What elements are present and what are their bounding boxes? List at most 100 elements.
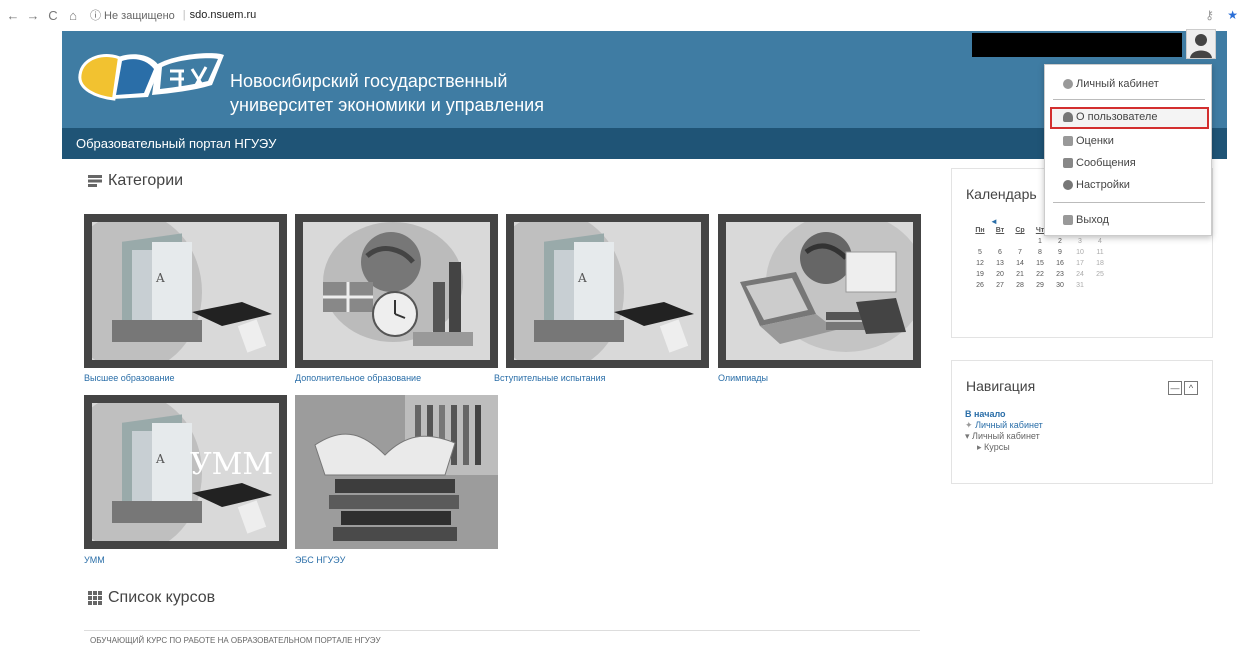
navigation-tree: В начало ✦ Личный кабинет ▾ Личный кабин… <box>965 409 1043 453</box>
menu-item-label: Сообщения <box>1076 157 1136 169</box>
calendar-day[interactable] <box>990 238 1010 249</box>
calendar-day[interactable]: 26 <box>970 282 990 293</box>
gear-icon <box>1063 180 1073 190</box>
calendar-day[interactable]: 27 <box>990 282 1010 293</box>
calendar-day[interactable] <box>1010 238 1030 249</box>
home-icon[interactable]: ⌂ <box>66 8 80 23</box>
calendar-day[interactable]: 15 <box>1030 260 1050 271</box>
calendar-day[interactable] <box>1090 282 1110 293</box>
category-tile-ebs[interactable] <box>295 395 498 549</box>
calendar-day[interactable]: 19 <box>970 271 990 282</box>
caret-right-icon: ▸ <box>977 442 982 452</box>
address-bar[interactable]: ⓘ Не защищено | sdo.nsuem.ru <box>90 7 256 23</box>
calendar-weekday: Пн <box>975 227 985 234</box>
category-link[interactable]: ЭБС НГУЭУ <box>295 555 345 565</box>
dock-block-button[interactable]: — <box>1168 381 1182 395</box>
svg-text:A: A <box>577 271 587 285</box>
calendar-day[interactable]: 24 <box>1070 271 1090 282</box>
category-tile-higher-education[interactable]: A <box>84 214 287 368</box>
calendar-prev-icon[interactable]: ◄ <box>990 217 998 226</box>
calendar-day[interactable]: 13 <box>990 260 1010 271</box>
calendar-day[interactable]: 29 <box>1030 282 1050 293</box>
calendar-day[interactable]: 3 <box>1070 238 1090 249</box>
calendar-day[interactable]: 21 <box>1010 271 1030 282</box>
category-link[interactable]: Высшее образование <box>84 373 175 383</box>
category-link[interactable]: Вступительные испытания <box>494 373 606 383</box>
menu-item-dashboard[interactable]: Личный кабинет <box>1063 78 1159 90</box>
calendar-weekday: Вт <box>995 227 1005 234</box>
books-folder-image: A <box>514 222 694 360</box>
star-icon[interactable]: ★ <box>1227 8 1238 22</box>
open-book-image <box>295 395 498 549</box>
calendar-day[interactable]: 1 <box>1030 238 1050 249</box>
navigation-block: Навигация — ^ В начало ✦ Личный кабинет … <box>951 360 1213 484</box>
calendar-day[interactable]: 9 <box>1050 249 1070 260</box>
category-link[interactable]: УММ <box>84 555 105 565</box>
laptop-globe-image <box>740 222 913 352</box>
menu-item-label: Оценки <box>1076 135 1114 147</box>
calendar-day[interactable]: 7 <box>1010 249 1030 260</box>
menu-item-messages[interactable]: Сообщения <box>1063 157 1136 169</box>
calendar-day[interactable]: 18 <box>1090 260 1110 271</box>
grid-icon <box>88 591 102 605</box>
books-folder-image: A <box>92 222 272 360</box>
calendar-day[interactable]: 31 <box>1070 282 1090 293</box>
back-icon[interactable]: ← <box>6 8 20 23</box>
calendar-day[interactable]: 23 <box>1050 271 1070 282</box>
calendar-day[interactable]: 2 <box>1050 238 1070 249</box>
nav-item-dashboard[interactable]: ✦ Личный кабинет <box>965 420 1043 431</box>
calendar-day[interactable]: 20 <box>990 271 1010 282</box>
calendar-day[interactable]: 16 <box>1050 260 1070 271</box>
username-redacted[interactable] <box>972 33 1182 57</box>
forward-icon[interactable]: → <box>26 8 40 23</box>
nav-home-link[interactable]: В начало <box>965 409 1043 420</box>
menu-item-preferences[interactable]: Настройки <box>1063 179 1130 191</box>
calendar-day[interactable]: 8 <box>1030 249 1050 260</box>
key-icon[interactable]: ⚷ <box>1205 8 1214 22</box>
nav-item-courses[interactable]: ▸ Курсы <box>965 442 1043 453</box>
calendar-day[interactable] <box>970 238 990 249</box>
avatar[interactable] <box>1186 29 1216 59</box>
calendar-day[interactable]: 28 <box>1010 282 1030 293</box>
calendar-day[interactable]: 10 <box>1070 249 1090 260</box>
university-logo[interactable] <box>76 45 226 105</box>
university-title-line1: Новосибирский государственный <box>230 71 508 91</box>
categories-heading: Категории <box>88 172 183 190</box>
calendar-day[interactable]: 14 <box>1010 260 1030 271</box>
user-icon <box>1063 112 1073 122</box>
calendar-day[interactable]: 22 <box>1030 271 1050 282</box>
menu-item-label: Настройки <box>1076 179 1130 191</box>
calendar-day[interactable]: 5 <box>970 249 990 260</box>
dashboard-icon: ✦ <box>965 420 973 430</box>
caret-down-icon: ▾ <box>965 431 970 441</box>
category-tile-umm[interactable]: A УММ <box>84 395 287 549</box>
menu-item-grades[interactable]: Оценки <box>1063 135 1114 147</box>
collapse-block-button[interactable]: ^ <box>1184 381 1198 395</box>
category-tile-additional-education[interactable] <box>295 214 498 368</box>
calendar-title: Календарь <box>966 186 1037 202</box>
calendar-day[interactable]: 11 <box>1090 249 1110 260</box>
calendar-day[interactable]: 12 <box>970 260 990 271</box>
user-menu-dropdown: Личный кабинет О пользователе Оценки Соо… <box>1044 64 1212 236</box>
category-tile-olympiads[interactable] <box>718 214 921 368</box>
categories-title: Категории <box>108 172 184 189</box>
globe-clock-image <box>323 222 473 346</box>
category-tile-entrance-exams[interactable]: A <box>506 214 709 368</box>
calendar-day[interactable]: 4 <box>1090 238 1110 249</box>
calendar-day[interactable]: 30 <box>1050 282 1070 293</box>
reload-icon[interactable]: C <box>46 8 60 23</box>
nav-item-my-cabinet[interactable]: ▾ Личный кабинет <box>965 431 1043 442</box>
menu-item-profile[interactable]: О пользователе <box>1063 111 1157 123</box>
calendar-day[interactable]: 17 <box>1070 260 1090 271</box>
url-host[interactable]: sdo.nsuem.ru <box>190 9 257 21</box>
navigation-title: Навигация <box>966 378 1036 394</box>
category-link[interactable]: Дополнительное образование <box>295 373 421 383</box>
calendar-day[interactable]: 6 <box>990 249 1010 260</box>
category-link[interactable]: Олимпиады <box>718 373 768 383</box>
calendar-day[interactable]: 25 <box>1090 271 1110 282</box>
menu-item-logout[interactable]: Выход <box>1063 214 1109 226</box>
insecure-label[interactable]: ⓘ Не защищено <box>90 7 175 23</box>
svg-text:A: A <box>155 452 165 466</box>
course-list-item[interactable]: ОБУЧАЮЩИЙ КУРС ПО РАБОТЕ НА ОБРАЗОВАТЕЛЬ… <box>84 630 920 647</box>
logout-icon <box>1063 215 1073 225</box>
